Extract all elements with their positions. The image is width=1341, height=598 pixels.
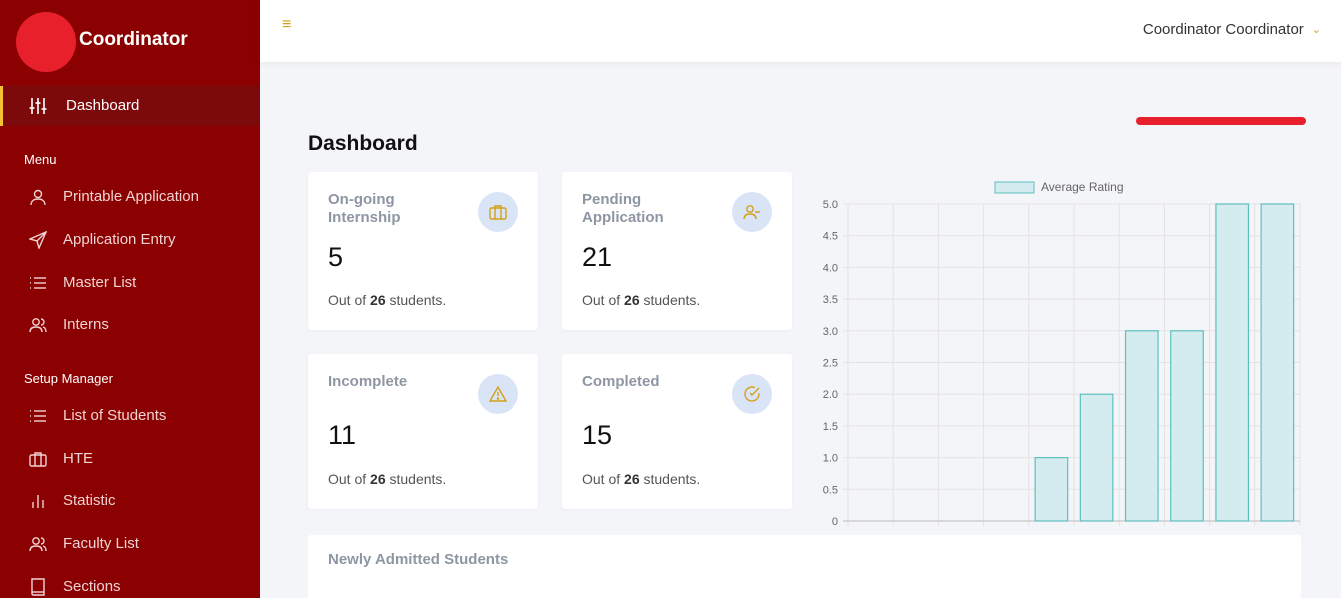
sidebar-item-label: HTE [63, 450, 93, 467]
bar [1215, 203, 1250, 522]
user-minus-icon [732, 192, 772, 232]
y-tick-label: 3.5 [823, 294, 838, 306]
user-menu[interactable]: Coordinator Coordinator ⌄ [1143, 21, 1321, 38]
alert-triangle-icon [478, 374, 518, 414]
y-tick-label: 4.5 [823, 231, 838, 243]
y-tick-label: 1.5 [823, 421, 838, 433]
sliders-icon [29, 98, 47, 114]
y-tick-label: 5.0 [823, 199, 838, 211]
sidebar-item-sections[interactable]: Sections [0, 567, 260, 598]
stat-card-ongoing-internship: On-going Internship 5 Out of 26 students… [308, 172, 538, 330]
y-tick-label: 1.0 [823, 453, 838, 465]
card-footer: Out of 26 students. [582, 292, 701, 308]
sidebar-item-master-list[interactable]: Master List [0, 263, 260, 303]
average-rating-chart: Average Rating 0 0.5 1.0 1.5 2.0 2.5 3.0 3.5 4.0 4… [808, 172, 1308, 532]
sidebar-item-interns[interactable]: Interns [0, 305, 260, 345]
brand-name: Coordinator [79, 29, 188, 50]
y-tick-label: 0 [832, 516, 838, 528]
y-tick-label: 2.5 [823, 358, 838, 370]
book-icon [31, 578, 45, 596]
brand[interactable]: Coordinator [0, 0, 260, 84]
bar [1260, 203, 1295, 522]
bar [1170, 330, 1204, 522]
stat-card-completed: Completed 15 Out of 26 students. [562, 354, 792, 509]
briefcase-icon [478, 192, 518, 232]
card-title: Incomplete [328, 373, 408, 390]
card-title: Pending Application [582, 191, 664, 226]
user-name: Coordinator Coordinator [1142, 21, 1304, 38]
user-icon [30, 189, 46, 206]
sidebar-item-label: Dashboard [66, 97, 140, 114]
menu-toggle-icon[interactable]: ≡ [282, 16, 291, 34]
sidebar-item-label: List of Students [63, 407, 167, 424]
sidebar-item-label: Faculty List [63, 535, 139, 552]
card-value: 11 [328, 420, 357, 450]
sidebar-item-faculty-list[interactable]: Faculty List [0, 524, 260, 564]
card-value: 15 [582, 420, 613, 450]
sidebar-item-label: Printable Application [63, 188, 199, 205]
y-tick-label: 3.0 [823, 326, 838, 338]
check-circle-icon [732, 374, 772, 414]
sidebar-item-statistic[interactable]: Statistic [0, 481, 260, 521]
list-icon [30, 410, 46, 422]
newly-admitted-students-card: Newly Admitted Students [308, 535, 1301, 598]
redaction-mark [1136, 117, 1306, 125]
y-tick-label: 2.0 [823, 389, 838, 401]
card-footer: Out of 26 students. [328, 292, 447, 308]
bar [1034, 457, 1069, 522]
sidebar-item-list-of-students[interactable]: List of Students [0, 396, 260, 436]
send-icon [29, 231, 47, 249]
card-title: Completed [582, 373, 660, 390]
list-icon [30, 277, 46, 289]
sidebar: Coordinator Dashboard Menu Printable App… [0, 0, 260, 598]
sidebar-item-label: Application Entry [63, 231, 176, 248]
sidebar-item-label: Statistic [63, 492, 116, 509]
card-value: 5 [328, 242, 344, 272]
users-icon [29, 318, 47, 333]
sidebar-item-dashboard[interactable]: Dashboard [0, 86, 260, 126]
page-title: Dashboard [308, 132, 418, 155]
bar [1079, 393, 1114, 522]
users-icon [29, 537, 47, 552]
legend-swatch [994, 181, 1035, 194]
section-label-menu: Menu [24, 152, 57, 167]
card-value: 21 [582, 242, 613, 272]
bar-chart-icon [32, 495, 44, 508]
chevron-down-icon: ⌄ [1311, 24, 1321, 36]
chart-svg: Average Rating 0 0.5 1.0 1.5 2.0 2.5 3.0 3.5 4.0 4… [823, 180, 1301, 528]
sidebar-item-label: Sections [63, 578, 121, 595]
stat-card-pending-application: Pending Application 21 Out of 26 student… [562, 172, 792, 330]
logo [16, 12, 76, 72]
sidebar-item-hte[interactable]: HTE [0, 439, 260, 479]
y-tick-label: 0.5 [823, 484, 838, 496]
bar [1124, 330, 1159, 522]
briefcase-icon [29, 452, 47, 467]
y-tick-label: 4.0 [823, 262, 838, 274]
card-footer: Out of 26 students. [582, 471, 701, 487]
sidebar-item-label: Master List [63, 274, 137, 291]
section-label-setup-manager: Setup Manager [24, 371, 113, 386]
topbar: ≡ Coordinator Coordinator ⌄ [260, 0, 1341, 62]
card-footer: Out of 26 students. [328, 471, 447, 487]
sidebar-item-application-entry[interactable]: Application Entry [0, 220, 260, 260]
stat-card-incomplete: Incomplete 11 Out of 26 students. [308, 354, 538, 509]
sidebar-item-printable-application[interactable]: Printable Application [0, 177, 260, 217]
sidebar-item-label: Interns [63, 316, 109, 333]
legend-label: Average Rating [1041, 180, 1124, 194]
card-title: Newly Admitted Students [328, 551, 509, 568]
card-title: On-going Internship [328, 191, 401, 226]
